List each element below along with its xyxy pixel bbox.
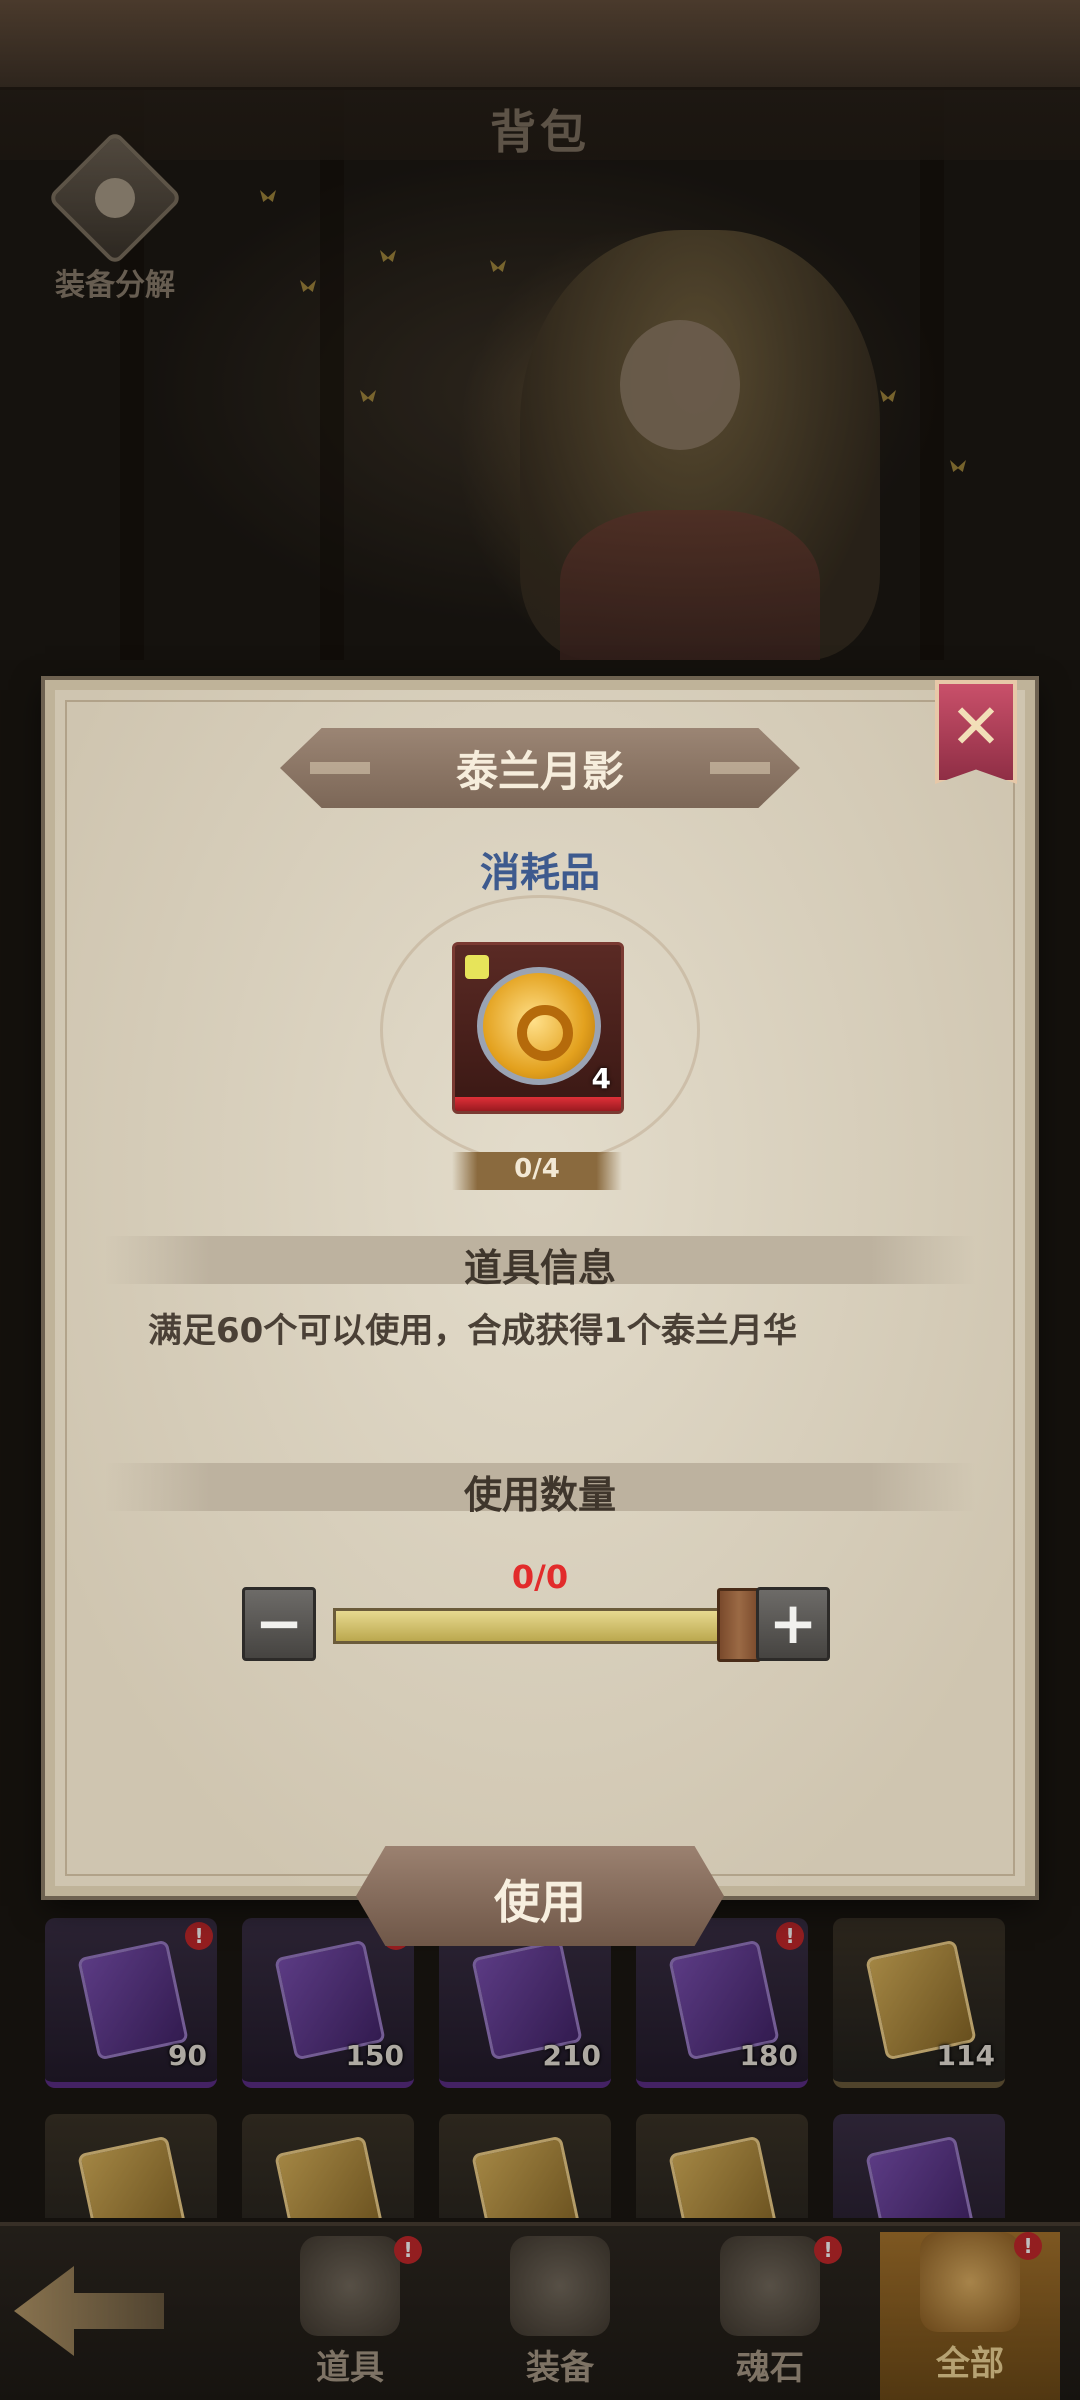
item-category: 消耗品 [480,850,600,896]
item-quantity: 4 [591,1062,611,1095]
item-title: 泰兰月影 [455,747,624,796]
orb-shape [477,967,601,1085]
decrease-button[interactable]: − [242,1587,316,1661]
slider-handle[interactable] [717,1588,761,1662]
item-description: 满足60个可以使用，合成获得1个泰兰月华 [148,1311,797,1351]
puzzle-piece-icon [465,955,489,979]
top-strip [0,0,1080,90]
rarity-bar [455,1097,621,1111]
use-button[interactable] [356,1846,724,1946]
close-button[interactable]: ✕ [935,680,1017,784]
increase-button[interactable]: + [756,1587,830,1661]
fragment-progress: 0/4 [514,1154,560,1184]
info-heading: 道具信息 [463,1246,616,1290]
close-icon: ✕ [950,690,1002,763]
quantity-value: 0/0 [511,1558,569,1596]
moon-orb-icon: 4 [452,942,624,1114]
quantity-slider[interactable] [333,1608,743,1644]
quantity-heading: 使用数量 [463,1473,616,1517]
